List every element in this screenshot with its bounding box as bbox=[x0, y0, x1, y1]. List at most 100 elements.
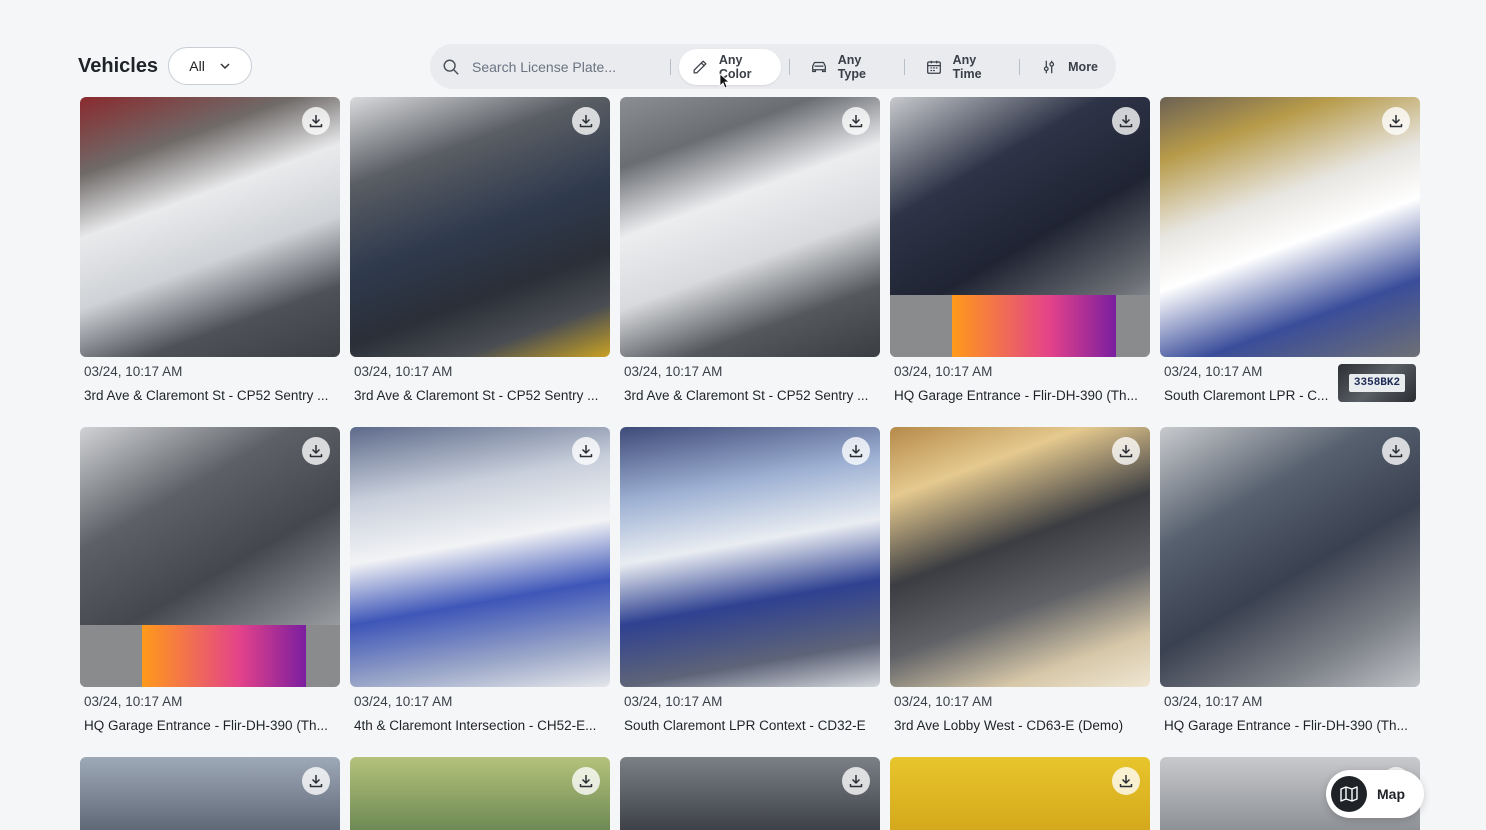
card-meta: 03/24, 10:17 AM South Claremont LPR Conte… bbox=[620, 687, 880, 737]
download-icon bbox=[579, 775, 593, 788]
color-filter-button[interactable]: Any Color bbox=[678, 48, 781, 85]
card-meta: 03/24, 10:17 AM HQ Garage Entrance - Flir… bbox=[890, 357, 1150, 407]
download-button[interactable] bbox=[1112, 437, 1140, 465]
download-icon bbox=[1389, 115, 1403, 128]
download-button[interactable] bbox=[572, 107, 600, 135]
card-meta: 03/24, 10:17 AM South Claremont LPR - C..… bbox=[1160, 357, 1420, 407]
download-button[interactable] bbox=[302, 107, 330, 135]
download-button[interactable] bbox=[572, 437, 600, 465]
card-camera-name: HQ Garage Entrance - Flir-DH-390 (Th... bbox=[1164, 718, 1408, 733]
download-button[interactable] bbox=[842, 107, 870, 135]
card-timestamp: 03/24, 10:17 AM bbox=[624, 694, 723, 709]
vehicle-thumbnail[interactable] bbox=[620, 757, 880, 830]
search-input[interactable] bbox=[472, 58, 662, 75]
filter-bar: Any Color Any Type Any Time More bbox=[430, 44, 1116, 89]
download-icon bbox=[849, 115, 863, 128]
download-button[interactable] bbox=[302, 767, 330, 795]
download-icon bbox=[579, 115, 593, 128]
vehicle-thumbnail[interactable] bbox=[350, 427, 610, 687]
download-button[interactable] bbox=[572, 767, 600, 795]
car-icon bbox=[811, 61, 826, 72]
download-button[interactable] bbox=[1382, 437, 1410, 465]
card-camera-name: South Claremont LPR Context - CD32-E bbox=[624, 718, 866, 733]
vehicle-card[interactable] bbox=[80, 757, 340, 830]
license-plate-thumbnail[interactable]: 3358BK2 bbox=[1338, 364, 1416, 402]
type-filter-label: Any Type bbox=[837, 52, 866, 81]
vehicle-card[interactable]: 03/24, 10:17 AM HQ Garage Entrance - Flir… bbox=[890, 97, 1150, 407]
download-button[interactable] bbox=[842, 767, 870, 795]
sliders-icon bbox=[1044, 60, 1055, 73]
divider bbox=[788, 58, 790, 75]
download-icon bbox=[1119, 115, 1133, 128]
card-timestamp: 03/24, 10:17 AM bbox=[84, 694, 183, 709]
page-title: Vehicles bbox=[78, 54, 159, 77]
license-plate-text: 3358BK2 bbox=[1348, 374, 1406, 392]
vehicle-card[interactable]: 03/24, 10:17 AM HQ Garage Entrance - Flir… bbox=[1160, 427, 1420, 737]
card-meta: 03/24, 10:17 AM 4th & Claremont Intersect… bbox=[350, 687, 610, 737]
vehicle-thumbnail[interactable] bbox=[1160, 97, 1420, 357]
map-icon bbox=[1340, 786, 1358, 802]
download-button[interactable] bbox=[302, 437, 330, 465]
thermal-overlay bbox=[890, 295, 1150, 357]
search-icon bbox=[443, 59, 459, 75]
download-button[interactable] bbox=[1382, 107, 1410, 135]
vehicle-thumbnail[interactable] bbox=[620, 427, 880, 687]
download-button[interactable] bbox=[842, 437, 870, 465]
plate-search[interactable] bbox=[442, 50, 662, 84]
download-icon bbox=[579, 445, 593, 458]
card-timestamp: 03/24, 10:17 AM bbox=[354, 364, 453, 379]
card-meta: 03/24, 10:17 AM 3rd Ave & Claremont St - … bbox=[350, 357, 610, 407]
page-header: Vehicles All bbox=[78, 44, 253, 88]
map-icon-wrap bbox=[1331, 776, 1367, 812]
vehicle-thumbnail[interactable] bbox=[1160, 427, 1420, 687]
time-filter-button[interactable]: Any Time bbox=[913, 49, 1012, 85]
mouse-cursor-icon bbox=[719, 73, 729, 89]
vehicle-thumbnail[interactable] bbox=[350, 757, 610, 830]
map-button[interactable]: Map bbox=[1326, 770, 1424, 818]
chevron-down-icon bbox=[220, 63, 230, 70]
download-icon bbox=[1119, 445, 1133, 458]
vehicle-thumbnail[interactable] bbox=[350, 97, 610, 357]
card-camera-name: HQ Garage Entrance - Flir-DH-390 (Th... bbox=[894, 388, 1138, 403]
vehicle-card[interactable]: 03/24, 10:17 AM 4th & Claremont Intersect… bbox=[350, 427, 610, 737]
vehicle-thumbnail[interactable] bbox=[80, 757, 340, 830]
vehicle-card[interactable]: 03/24, 10:17 AM HQ Garage Entrance - Flir… bbox=[80, 427, 340, 737]
vehicle-thumbnail[interactable] bbox=[80, 97, 340, 357]
vehicle-card[interactable]: 03/24, 10:17 AM 3rd Ave Lobby West - CD63… bbox=[890, 427, 1150, 737]
vehicle-card[interactable] bbox=[890, 757, 1150, 830]
vehicle-thumbnail[interactable] bbox=[620, 97, 880, 357]
more-filters-button[interactable]: More bbox=[1028, 49, 1110, 85]
calendar-icon bbox=[926, 60, 941, 74]
vehicle-card[interactable] bbox=[620, 757, 880, 830]
scope-select-value: All bbox=[189, 58, 205, 74]
vehicle-thumbnail[interactable] bbox=[890, 757, 1150, 830]
vehicle-thumbnail[interactable] bbox=[890, 97, 1150, 357]
scope-select[interactable]: All bbox=[168, 47, 253, 85]
vehicle-card[interactable]: 03/24, 10:17 AM 3rd Ave & Claremont St - … bbox=[620, 97, 880, 407]
vehicle-card[interactable]: 03/24, 10:17 AM 3rd Ave & Claremont St - … bbox=[80, 97, 340, 407]
vehicle-thumbnail[interactable] bbox=[80, 427, 340, 687]
card-timestamp: 03/24, 10:17 AM bbox=[894, 694, 993, 709]
vehicle-thumbnail[interactable] bbox=[890, 427, 1150, 687]
eyedropper-icon bbox=[693, 60, 707, 73]
vehicle-card[interactable]: 03/24, 10:17 AM South Claremont LPR - C..… bbox=[1160, 97, 1420, 407]
vehicle-card[interactable]: 03/24, 10:17 AM South Claremont LPR Conte… bbox=[620, 427, 880, 737]
vehicle-grid: 03/24, 10:17 AM 3rd Ave & Claremont St - … bbox=[80, 97, 1420, 830]
card-timestamp: 03/24, 10:17 AM bbox=[84, 364, 183, 379]
vehicle-card[interactable]: 03/24, 10:17 AM 3rd Ave & Claremont St - … bbox=[350, 97, 610, 407]
card-timestamp: 03/24, 10:17 AM bbox=[624, 364, 723, 379]
download-button[interactable] bbox=[1112, 107, 1140, 135]
card-camera-name: HQ Garage Entrance - Flir-DH-390 (Th... bbox=[84, 718, 328, 733]
card-camera-name: 3rd Ave & Claremont St - CP52 Sentry ... bbox=[624, 388, 869, 403]
divider bbox=[903, 58, 905, 75]
vehicle-card[interactable] bbox=[350, 757, 610, 830]
card-meta: 03/24, 10:17 AM HQ Garage Entrance - Flir… bbox=[80, 687, 340, 737]
divider bbox=[670, 58, 671, 75]
download-icon bbox=[309, 445, 323, 458]
card-camera-name: 3rd Ave & Claremont St - CP52 Sentry ... bbox=[84, 388, 329, 403]
card-camera-name: 4th & Claremont Intersection - CH52-E... bbox=[354, 718, 597, 733]
type-filter-button[interactable]: Any Type bbox=[798, 49, 896, 85]
download-button[interactable] bbox=[1112, 767, 1140, 795]
time-filter-label: Any Time bbox=[952, 52, 982, 81]
card-timestamp: 03/24, 10:17 AM bbox=[1164, 694, 1263, 709]
